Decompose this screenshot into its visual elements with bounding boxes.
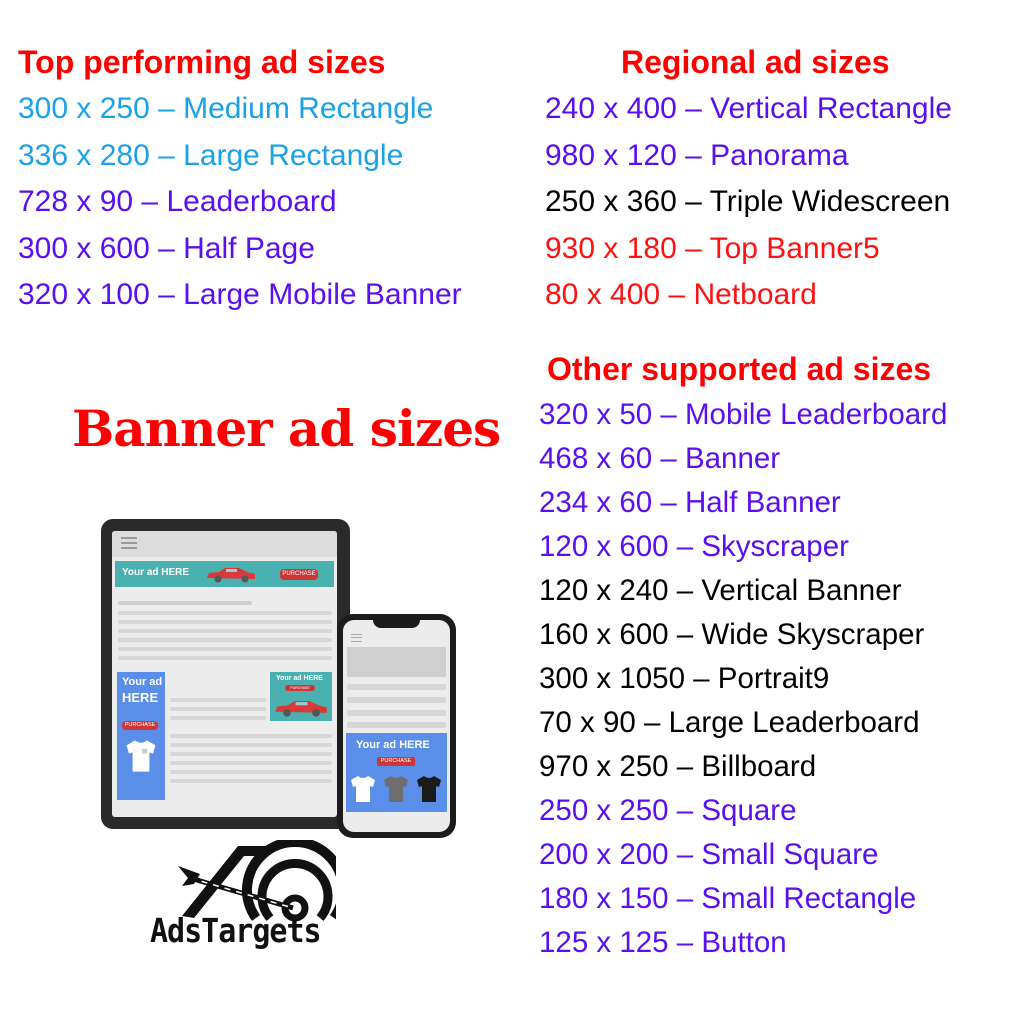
ad-size-item: 320 x 50 – Mobile Leaderboard	[539, 398, 948, 431]
purchase-button: PURCHASE	[122, 721, 158, 730]
tshirt-icon	[384, 776, 408, 802]
car-icon	[275, 701, 327, 717]
skyscraper-ad: Your ad HERE PURCHASE	[117, 672, 165, 800]
ad-size-item: 125 x 125 – Button	[539, 926, 787, 959]
content-line	[118, 638, 332, 642]
content-line	[347, 684, 446, 690]
medium-rectangle-ad: Your ad HERE PURCHASE	[270, 672, 332, 721]
ad-size-item: 160 x 600 – Wide Skyscraper	[539, 618, 925, 651]
content-line	[170, 770, 332, 774]
content-line	[170, 779, 332, 783]
ad-size-item: 980 x 120 – Panorama	[545, 138, 849, 172]
ad-size-item: 120 x 240 – Vertical Banner	[539, 574, 902, 607]
ad-text-line1: Your ad	[122, 676, 163, 688]
hero-placeholder	[347, 647, 446, 677]
ad-text: Your ad HERE	[122, 567, 190, 578]
ad-size-item: 336 x 280 – Large Rectangle	[18, 138, 404, 172]
content-line	[170, 716, 266, 720]
mobile-banner-ad: Your ad HERE PURCHASE	[346, 733, 447, 812]
content-line	[118, 629, 332, 633]
ad-size-item: 180 x 150 – Small Rectangle	[539, 882, 917, 915]
ad-size-item: 120 x 600 – Skyscraper	[539, 530, 849, 563]
ad-size-item: 240 x 400 – Vertical Rectangle	[545, 92, 952, 125]
tablet-screen: Your ad HERE PURCHASE Your ad HERE PURCH…	[112, 531, 337, 817]
content-line	[118, 611, 332, 615]
ad-text-line2: HERE	[122, 690, 159, 705]
content-line	[170, 743, 332, 747]
content-line	[170, 698, 266, 702]
tshirt-icon	[126, 740, 156, 772]
content-line	[170, 734, 332, 738]
tshirt-icon	[417, 776, 441, 802]
hamburger-menu-icon	[351, 634, 362, 642]
ad-size-item: 300 x 250 – Medium Rectangle	[18, 92, 434, 125]
ad-size-item: 80 x 400 – Netboard	[545, 278, 817, 311]
adstargets-logo-text: AdsTargets	[150, 912, 322, 951]
leaderboard-ad: Your ad HERE PURCHASE	[115, 561, 334, 587]
content-line	[347, 722, 446, 728]
ad-size-item: 234 x 60 – Half Banner	[539, 486, 841, 519]
content-line	[347, 710, 446, 716]
top-performing-list: 300 x 250 – Medium Rectangle 336 x 280 – …	[18, 86, 462, 319]
ad-size-item: 70 x 90 – Large Leaderboard	[539, 706, 920, 739]
other-supported-heading: Other supported ad sizes	[547, 351, 932, 387]
ad-text: Your ad HERE	[276, 675, 323, 682]
content-line	[347, 697, 446, 703]
regional-heading: Regional ad sizes	[621, 44, 890, 80]
phone-illustration: Your ad HERE PURCHASE	[337, 614, 456, 838]
other-supported-list: 320 x 50 – Mobile Leaderboard 468 x 60 – …	[539, 393, 947, 965]
car-icon	[207, 568, 255, 583]
ad-size-item: 250 x 250 – Square	[539, 794, 797, 827]
ad-size-item: 930 x 180 – Top Banner5	[545, 231, 880, 265]
regional-list: 240 x 400 – Vertical Rectangle 980 x 120 …	[545, 86, 952, 319]
content-line	[170, 761, 332, 765]
tablet-illustration: Your ad HERE PURCHASE Your ad HERE PURCH…	[101, 519, 350, 829]
content-line	[170, 707, 266, 711]
ad-size-item: 970 x 250 – Billboard	[539, 750, 817, 783]
content-line	[118, 601, 252, 605]
content-line	[118, 647, 332, 651]
banner-ad-sizes-title: Banner ad sizes	[72, 399, 501, 458]
ad-text: Your ad HERE	[356, 739, 430, 751]
hamburger-menu-icon	[121, 537, 137, 549]
purchase-button: PURCHASE	[377, 757, 415, 766]
content-line	[118, 620, 332, 624]
ad-size-item: 468 x 60 – Banner	[539, 442, 781, 475]
tshirt-icon	[351, 776, 375, 802]
purchase-button: PURCHASE	[285, 685, 315, 691]
tablet-header	[112, 531, 337, 557]
phone-notch	[373, 620, 420, 628]
ad-size-item: 728 x 90 – Leaderboard	[18, 185, 337, 218]
content-line	[118, 656, 332, 660]
phone-screen: Your ad HERE PURCHASE	[343, 620, 450, 832]
ad-size-item: 300 x 600 – Half Page	[18, 231, 315, 265]
ad-size-item: 320 x 100 – Large Mobile Banner	[18, 278, 462, 311]
ad-size-item: 200 x 200 – Small Square	[539, 838, 879, 871]
ad-size-item: 300 x 1050 – Portrait9	[539, 662, 830, 695]
top-performing-heading: Top performing ad sizes	[18, 44, 386, 80]
purchase-button: PURCHASE	[280, 569, 318, 580]
content-line	[170, 752, 332, 756]
ad-size-item: 250 x 360 – Triple Widescreen	[545, 185, 951, 218]
